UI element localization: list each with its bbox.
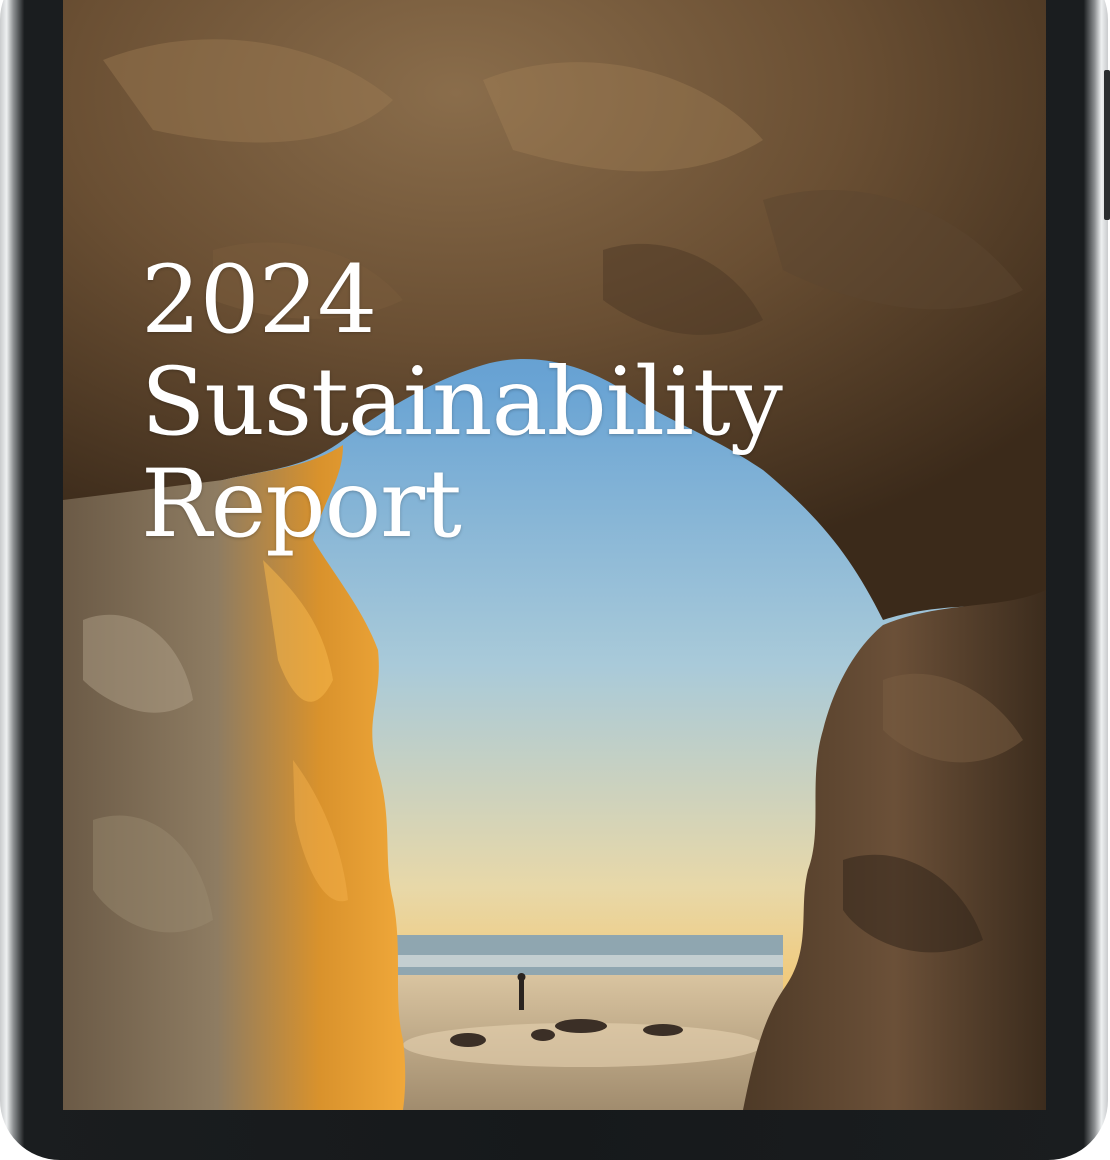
- cover-year: 2024: [141, 246, 377, 355]
- cover-title-line1: Sustainability: [141, 348, 783, 457]
- tablet-screen: 2024 Sustainability Report: [63, 0, 1046, 1110]
- side-button: [1104, 70, 1110, 220]
- cover-title: 2024 Sustainability Report: [141, 246, 783, 559]
- cover-title-line2: Report: [141, 450, 462, 559]
